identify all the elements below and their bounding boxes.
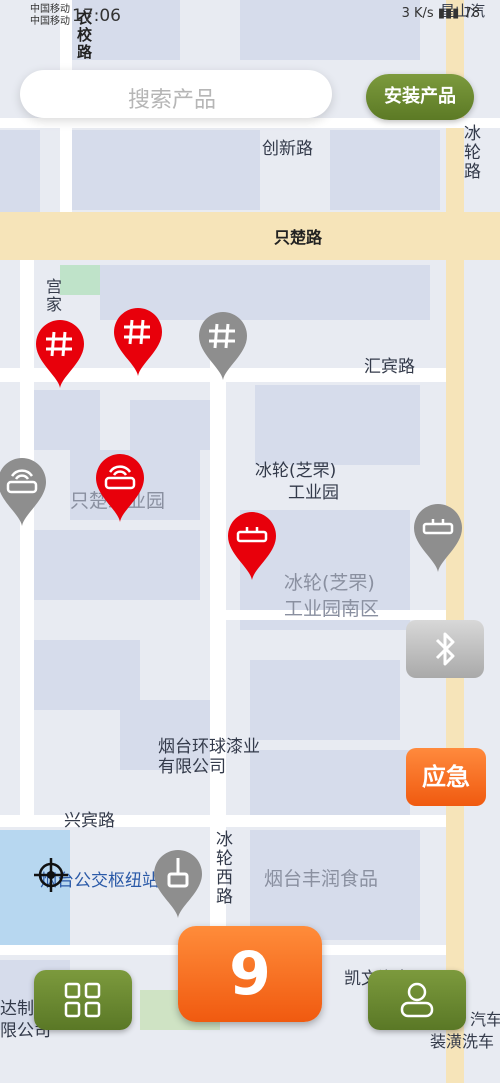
user-icon: [400, 982, 434, 1018]
device-count-button[interactable]: 9: [178, 926, 322, 1022]
road-label: 创新路: [262, 139, 313, 159]
area-label: 烟台丰润食品: [264, 868, 379, 890]
locate-icon[interactable]: [34, 858, 68, 892]
road-label: 冰轮路: [460, 124, 480, 181]
carrier-label: 中国移动: [30, 4, 70, 15]
area-label: 冰轮(芝罘): [284, 572, 375, 594]
battery-level: 78: [463, 6, 480, 21]
router-pin[interactable]: [94, 452, 146, 524]
poi-label: 汽车: [470, 1010, 500, 1029]
grid-pin[interactable]: [197, 310, 249, 382]
search-placeholder: 搜索产品: [128, 88, 217, 113]
road-label: 兴宾路: [64, 811, 115, 831]
menu-button[interactable]: [34, 970, 132, 1030]
emergency-button[interactable]: 应急: [406, 748, 486, 806]
grid-pin[interactable]: [34, 318, 86, 390]
status-bar: 中国移动 中国移动 17:06 3 K/s ▮▮▮ 78: [30, 4, 480, 27]
clock: 17:06: [72, 6, 121, 26]
grid-pin[interactable]: [112, 306, 164, 378]
road-label: 只楚路: [274, 228, 323, 247]
device-pin[interactable]: [226, 510, 278, 582]
router-pin[interactable]: [0, 456, 48, 528]
poi-label: 工业园: [288, 483, 339, 503]
device-pin[interactable]: [412, 502, 464, 574]
bluetooth-icon: [435, 632, 455, 666]
grid-menu-icon: [64, 982, 101, 1018]
road-label: 冰轮西路: [212, 830, 232, 906]
poi-label: 装潢洗车: [430, 1032, 495, 1051]
road-label: 宫家: [43, 278, 62, 314]
profile-button[interactable]: [368, 970, 466, 1030]
carrier-label: 中国移动: [30, 16, 70, 27]
plug-pin[interactable]: [152, 848, 204, 920]
road-label: 汇宾路: [364, 357, 415, 377]
poi-label: 有限公司: [158, 757, 226, 777]
search-input[interactable]: 搜索产品: [20, 70, 332, 118]
area-label: 工业园南区: [284, 598, 380, 620]
bluetooth-button[interactable]: [406, 620, 484, 678]
install-product-button[interactable]: 安装产品: [366, 74, 474, 120]
network-speed: 3 K/s: [401, 6, 434, 21]
